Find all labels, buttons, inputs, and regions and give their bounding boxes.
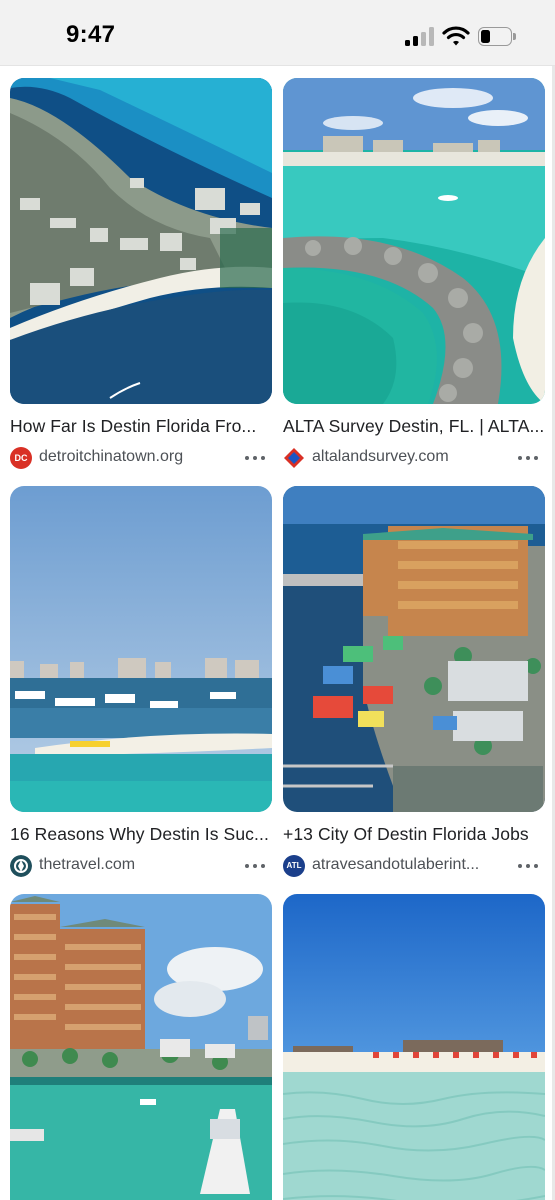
result-source[interactable]: DC detroitchinatown.org <box>10 446 272 470</box>
result-thumbnail[interactable] <box>283 894 545 1200</box>
status-bar: 9:47 <box>0 0 555 66</box>
result-thumbnail[interactable] <box>10 486 272 812</box>
result-source[interactable]: thetravel.com <box>10 854 272 878</box>
result-title[interactable]: How Far Is Destin Florida Fro... <box>10 416 272 437</box>
aerial-destin-coastline-image <box>10 78 272 404</box>
destin-harbor-sandbar-boats-image <box>10 486 272 812</box>
destin-harbor-resort-aerial-image <box>283 486 545 812</box>
more-options-icon[interactable] <box>244 856 266 876</box>
source-domain: thetravel.com <box>39 856 136 873</box>
result-thumbnail[interactable] <box>283 78 545 404</box>
result-card[interactable] <box>283 894 545 1200</box>
more-options-icon[interactable] <box>517 856 539 876</box>
result-source[interactable]: altalandsurvey.com <box>283 446 545 470</box>
more-options-icon[interactable] <box>517 448 539 468</box>
clear-water-beach-umbrellas-image <box>283 894 545 1200</box>
result-thumbnail[interactable] <box>10 78 272 404</box>
more-options-icon[interactable] <box>244 448 266 468</box>
source-domain: altalandsurvey.com <box>312 448 449 465</box>
result-thumbnail[interactable] <box>10 894 272 1200</box>
source-domain: detroitchinatown.org <box>39 448 184 465</box>
status-time: 9:47 <box>66 21 116 48</box>
result-title[interactable]: +13 City Of Destin Florida Jobs <box>283 824 545 845</box>
battery-icon <box>478 27 516 46</box>
resort-towers-marina-yacht-image <box>10 894 272 1200</box>
result-thumbnail[interactable] <box>283 486 545 812</box>
wifi-icon <box>442 26 470 46</box>
destin-jetty-turquoise-water-image <box>283 78 545 404</box>
source-domain: atravesandotulaberint... <box>312 856 480 873</box>
cellular-signal-icon <box>405 27 435 46</box>
site-favicon-icon: ATL <box>283 855 305 877</box>
site-favicon-icon <box>283 447 305 469</box>
result-title[interactable]: 16 Reasons Why Destin Is Suc... <box>10 824 272 845</box>
result-source[interactable]: ATL atravesandotulaberint... <box>283 854 545 878</box>
result-card[interactable] <box>10 894 272 1200</box>
site-favicon-icon: DC <box>10 447 32 469</box>
result-title[interactable]: ALTA Survey Destin, FL. | ALTA... <box>283 416 545 437</box>
site-favicon-icon <box>10 855 32 877</box>
